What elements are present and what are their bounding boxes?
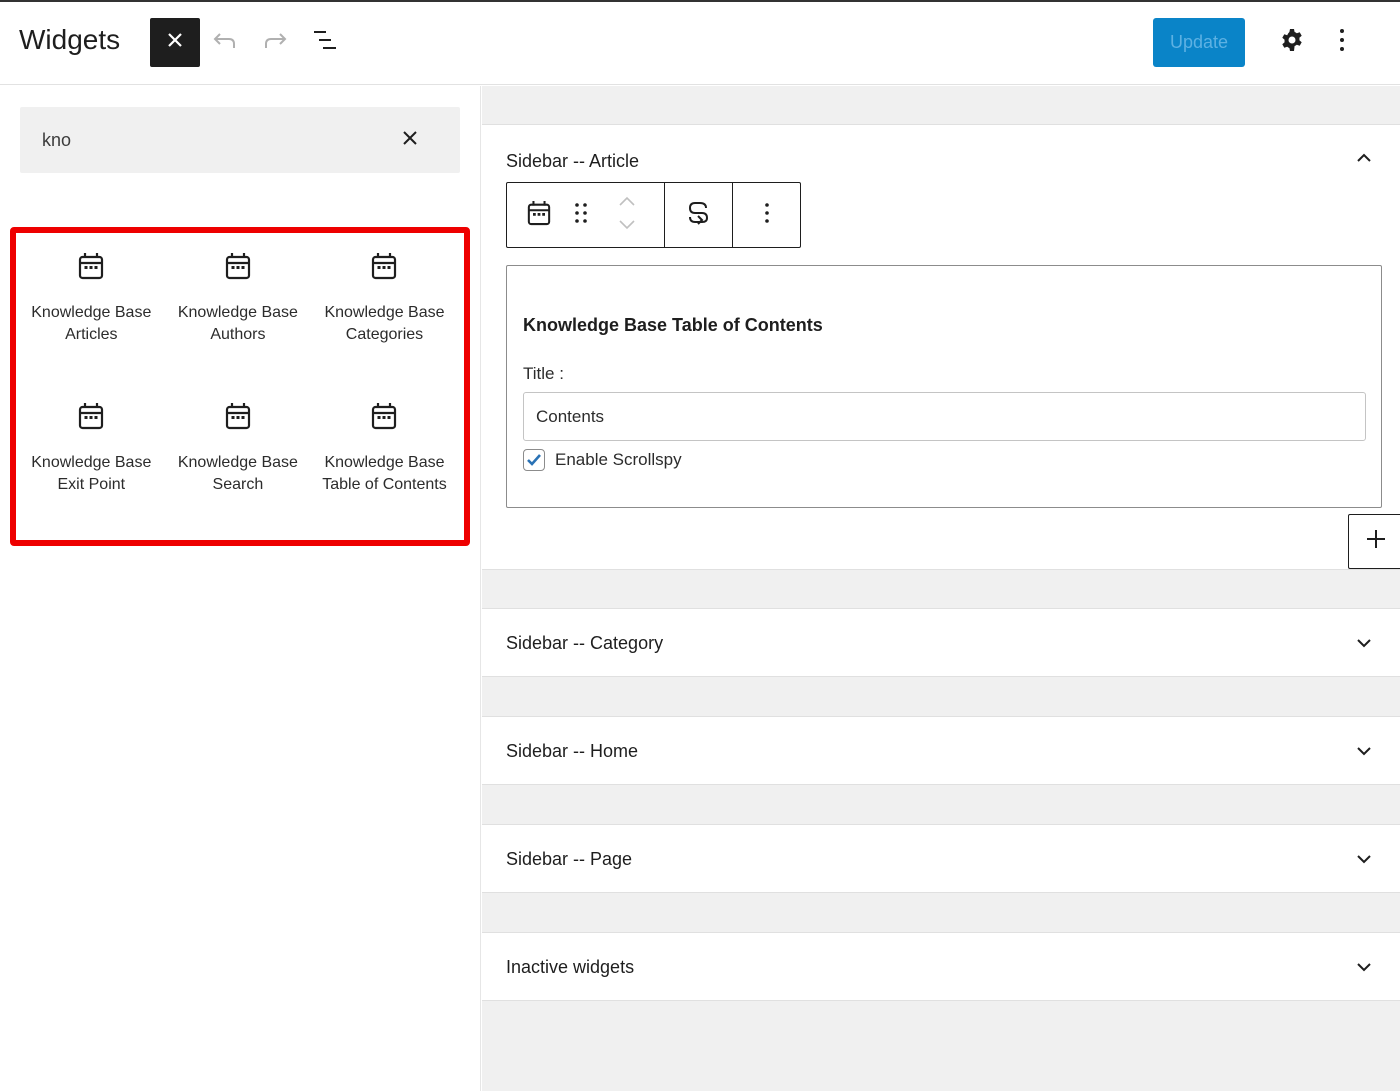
undo-button[interactable] bbox=[207, 24, 243, 60]
block-item[interactable]: Knowledge Base Categories bbox=[311, 234, 458, 384]
widget-area-title: Inactive widgets bbox=[506, 957, 635, 977]
title-field-label: Title : bbox=[523, 364, 564, 383]
block-options-button[interactable] bbox=[733, 183, 800, 247]
chevron-up-icon bbox=[1356, 150, 1372, 168]
widget-area-article: Sidebar -- Article Knowledge Base Table … bbox=[482, 124, 1400, 570]
drag-handle[interactable] bbox=[571, 183, 591, 247]
transform-button[interactable] bbox=[665, 183, 732, 247]
block-item[interactable]: Knowledge Base Exit Point bbox=[18, 384, 165, 534]
block-item[interactable]: Knowledge Base Table of Contents bbox=[311, 384, 458, 534]
collapse-area-button[interactable] bbox=[1352, 147, 1376, 171]
block-item[interactable]: Knowledge Base Articles bbox=[18, 234, 165, 384]
chevron-down-icon bbox=[1356, 635, 1372, 653]
widget-area-title: Sidebar -- Article bbox=[506, 151, 640, 171]
calendar-icon bbox=[78, 402, 104, 430]
calendar-icon bbox=[78, 252, 104, 280]
page-title: Widgets bbox=[19, 24, 121, 55]
editor-header: Widgets Update bbox=[0, 2, 1400, 85]
undo-icon bbox=[212, 30, 238, 55]
title-field[interactable] bbox=[523, 392, 1366, 441]
chevron-down-icon bbox=[1356, 959, 1372, 977]
widget-area-home[interactable]: Sidebar -- Home bbox=[482, 716, 1400, 785]
move-up-icon[interactable] bbox=[618, 194, 636, 212]
close-inserter-button[interactable] bbox=[150, 18, 200, 67]
block-search-input[interactable] bbox=[20, 107, 390, 173]
more-vertical-icon bbox=[1339, 28, 1345, 57]
toolbar-group-options bbox=[733, 183, 800, 247]
block-item-label: Knowledge Base Categories bbox=[324, 304, 445, 343]
clear-search-button[interactable] bbox=[394, 124, 426, 156]
add-block-button[interactable] bbox=[1348, 514, 1400, 569]
block-search bbox=[20, 107, 460, 173]
close-icon bbox=[402, 130, 418, 151]
redo-icon bbox=[262, 30, 288, 55]
enable-scrollspy-option[interactable]: Enable Scrollspy bbox=[523, 449, 682, 471]
block-item-label: Knowledge Base Authors bbox=[177, 304, 298, 343]
gear-icon bbox=[1280, 28, 1304, 57]
block-item-label: Knowledge Base Search bbox=[177, 454, 298, 493]
chevron-down-icon bbox=[1356, 743, 1372, 761]
options-button[interactable] bbox=[1324, 24, 1360, 60]
widget-area-inactive[interactable]: Inactive widgets bbox=[482, 932, 1400, 1001]
checkmark-icon bbox=[527, 454, 541, 466]
calendar-icon bbox=[225, 252, 251, 280]
move-up-down[interactable] bbox=[590, 183, 664, 247]
toolbar-group-block bbox=[507, 183, 665, 247]
expand-area-button[interactable] bbox=[1352, 848, 1376, 872]
calendar-icon bbox=[371, 252, 397, 280]
move-down-icon[interactable] bbox=[618, 218, 636, 236]
chevron-down-icon bbox=[1356, 851, 1372, 869]
list-view-icon bbox=[312, 29, 338, 56]
widget-area-category[interactable]: Sidebar -- Category bbox=[482, 608, 1400, 677]
calendar-icon bbox=[371, 402, 397, 430]
block-item-label: Knowledge Base Articles bbox=[31, 304, 152, 343]
widget-area-title: Sidebar -- Page bbox=[506, 849, 633, 869]
expand-area-button[interactable] bbox=[1352, 632, 1376, 656]
list-view-button[interactable] bbox=[307, 24, 343, 60]
plus-icon bbox=[1366, 529, 1386, 554]
widget-areas-canvas: Sidebar -- Article Knowledge Base Table … bbox=[482, 86, 1400, 1091]
transform-icon bbox=[686, 200, 712, 231]
drag-handle-icon bbox=[574, 202, 588, 229]
close-icon bbox=[166, 31, 184, 54]
toolbar-group-transform bbox=[665, 183, 733, 247]
expand-area-button[interactable] bbox=[1352, 740, 1376, 764]
widget-heading: Knowledge Base Table of Contents bbox=[523, 315, 823, 335]
block-type-button[interactable] bbox=[507, 183, 571, 247]
block-toolbar bbox=[506, 182, 801, 248]
widget-area-title: Sidebar -- Home bbox=[506, 741, 639, 761]
settings-button[interactable] bbox=[1274, 24, 1310, 60]
calendar-icon bbox=[225, 402, 251, 430]
update-button[interactable]: Update bbox=[1153, 18, 1245, 67]
widget-area-title: Sidebar -- Category bbox=[506, 633, 664, 653]
calendar-icon bbox=[527, 200, 551, 231]
redo-button[interactable] bbox=[257, 24, 293, 60]
block-item-label: Knowledge Base Exit Point bbox=[31, 454, 152, 493]
enable-scrollspy-label: Enable Scrollspy bbox=[555, 450, 682, 469]
block-inserter-panel: Knowledge Base Articles Knowledge Base A… bbox=[0, 86, 481, 1091]
widget-form-table-of-contents: Knowledge Base Table of Contents Title :… bbox=[506, 265, 1382, 508]
block-item[interactable]: Knowledge Base Authors bbox=[165, 234, 312, 384]
enable-scrollspy-checkbox[interactable] bbox=[523, 449, 545, 471]
block-item[interactable]: Knowledge Base Search bbox=[165, 384, 312, 534]
expand-area-button[interactable] bbox=[1352, 956, 1376, 980]
more-vertical-icon bbox=[764, 202, 770, 229]
widget-area-page[interactable]: Sidebar -- Page bbox=[482, 824, 1400, 893]
block-results-grid: Knowledge Base Articles Knowledge Base A… bbox=[18, 234, 458, 534]
block-item-label: Knowledge Base Table of Contents bbox=[322, 454, 447, 493]
